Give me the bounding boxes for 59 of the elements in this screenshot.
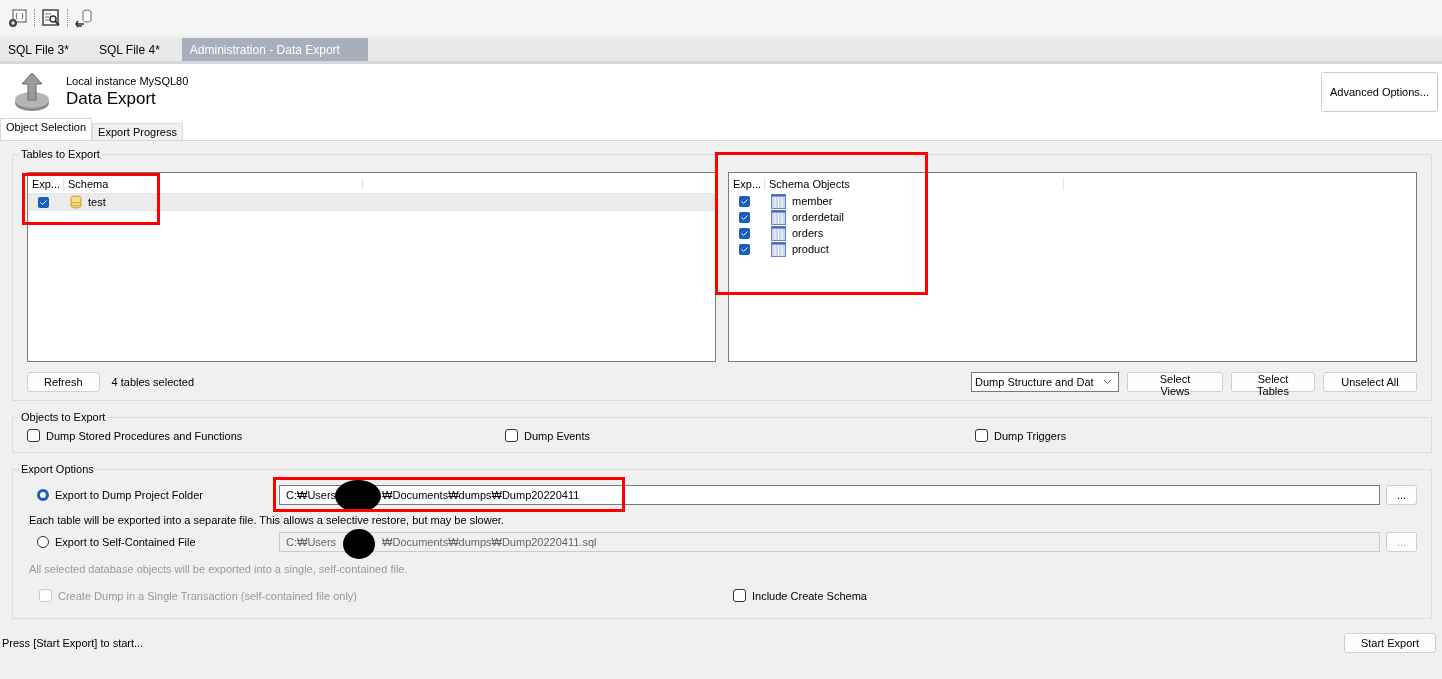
refresh-button[interactable]: Refresh <box>27 372 100 392</box>
table-name: orders <box>792 227 824 239</box>
page-title: Data Export <box>66 89 157 109</box>
table-icon <box>771 209 786 225</box>
column-header: Schema <box>64 178 363 190</box>
checkbox[interactable] <box>739 195 750 207</box>
dump-type-dropdown[interactable]: Dump Structure and Dat <box>971 372 1119 392</box>
radio-button[interactable] <box>37 536 49 548</box>
checkbox[interactable] <box>27 429 40 442</box>
checkbox[interactable] <box>38 196 49 208</box>
checkbox[interactable] <box>733 589 746 602</box>
checkbox[interactable] <box>739 211 750 223</box>
checkbox[interactable] <box>505 429 518 442</box>
database-icon <box>70 195 82 209</box>
group-title: Objects to Export <box>20 411 107 423</box>
section-tab[interactable]: Object Selection <box>0 118 93 140</box>
path-field[interactable]: C:₩Users ₩Documents₩dumps₩Dump20220411.sql <box>279 532 1380 552</box>
section-tab[interactable]: Export Progress <box>92 123 183 140</box>
table-name: orderdetail <box>792 211 844 223</box>
database-icon[interactable] <box>74 7 94 28</box>
radio-label: Export to Self-Contained File <box>55 536 196 548</box>
instance-label: Local instance MySQL80 <box>66 75 190 87</box>
inspect-icon[interactable] <box>41 7 61 28</box>
checkbox-label: Include Create Schema <box>752 589 867 602</box>
table-icon <box>771 241 786 257</box>
checkbox-label: Dump Events <box>524 429 591 442</box>
checkbox-label: Dump Triggers <box>994 429 1067 442</box>
radio-button[interactable] <box>37 489 49 501</box>
function-icon[interactable] <box>8 7 28 28</box>
checkbox[interactable] <box>975 429 988 442</box>
editor-tab[interactable]: SQL File 4* <box>90 38 182 61</box>
column-header: Exp... <box>729 178 765 190</box>
checkbox[interactable] <box>739 243 750 255</box>
group-title: Export Options <box>20 463 95 475</box>
checkbox-label: Create Dump in a Single Transaction (self-contained file only) <box>58 589 357 602</box>
table-icon <box>771 193 786 209</box>
editor-tab[interactable]: SQL File 3* <box>0 38 91 61</box>
path-field[interactable]: C:₩Users ₩Documents₩dumps₩Dump20220411 <box>279 485 1380 505</box>
select-button[interactable]: Unselect All <box>1323 372 1417 392</box>
footer-status: Press [Start Export] to start... <box>2 637 144 649</box>
checkbox[interactable] <box>739 227 750 239</box>
radio-label: Export to Dump Project Folder <box>55 489 203 501</box>
schema-name: test <box>88 196 106 208</box>
column-header: Schema Objects <box>765 178 1064 190</box>
table-icon <box>771 225 786 241</box>
checkbox-label: Dump Stored Procedures and Functions <box>46 429 243 442</box>
start-export-button[interactable]: Start Export <box>1343 633 1436 653</box>
upload-disk-icon <box>12 71 52 113</box>
column-header: Exp... <box>28 178 64 190</box>
schema-row[interactable]: test <box>28 193 715 211</box>
group-title: Tables to Export <box>20 148 101 160</box>
advanced-options-button[interactable]: Advanced Options... <box>1320 72 1438 112</box>
browse-button[interactable]: ... <box>1386 485 1417 505</box>
selection-status: 4 tables selected <box>111 376 195 388</box>
option-note: Each table will be exported into a separate file. This allows a selective restore, but may be slower. <box>28 514 505 526</box>
table-name: product <box>792 243 829 255</box>
option-note: All selected database objects will be exported into a single, self-contained file. <box>28 563 409 575</box>
caret-icon <box>1103 379 1112 385</box>
table-name: member <box>792 195 833 207</box>
